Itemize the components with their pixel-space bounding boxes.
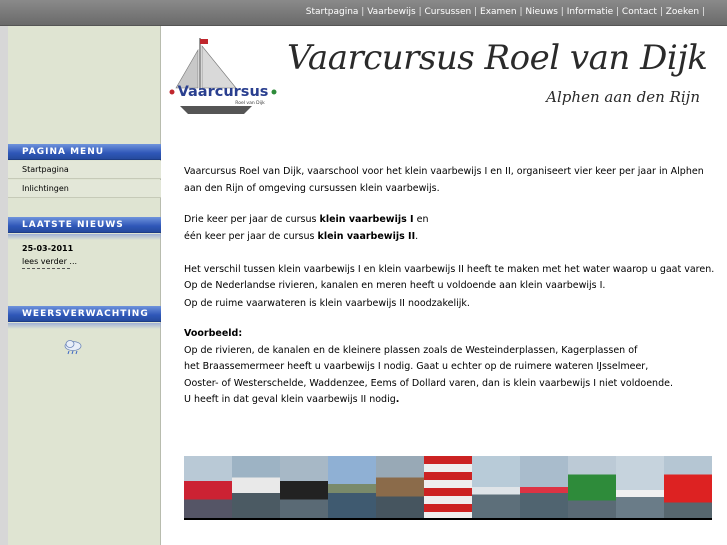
nav-vaarbewijs[interactable]: Vaarbewijs (367, 7, 416, 17)
photo-motorboat (376, 456, 424, 518)
sidebar-item-startpagina[interactable]: Startpagina (8, 161, 161, 179)
photo-sailboat (616, 456, 664, 518)
example-line-4: U heeft in dat geval klein vaarbewijs II… (184, 392, 724, 409)
sidebar-item-inlichtingen[interactable]: Inlichtingen (8, 180, 161, 198)
sidebar: PAGINA MENU Startpagina Inlichtingen LAA… (8, 26, 161, 545)
nav-separator: | (361, 7, 365, 17)
nav-separator: | (616, 7, 620, 17)
text-span: en (413, 214, 429, 225)
course-frequency-line-1: Drie keer per jaar de cursus klein vaarb… (184, 212, 724, 229)
page-frame: PAGINA MENU Startpagina Inlichtingen LAA… (8, 26, 727, 545)
main-content: Vaarcursus Roel van Dijk Vaarcursus Roel… (162, 26, 727, 545)
emphasis: . (395, 394, 400, 405)
weather-heading: WEERSVERWACHTING (8, 306, 161, 322)
photo-strip (184, 456, 712, 520)
nav-zoeken[interactable]: Zoeken (666, 7, 699, 17)
photo-buoy-striped (424, 456, 472, 518)
text-span: . (415, 231, 419, 242)
emphasis: klein vaarbewijs II (317, 231, 416, 242)
emphasis: klein vaarbewijs I (319, 214, 414, 225)
example-line-1: Op de rivieren, de kanalen en de kleiner… (184, 345, 638, 356)
nav-nieuws[interactable]: Nieuws (525, 7, 558, 17)
nav-startpagina[interactable]: Startpagina (306, 7, 359, 17)
logo-subtext: Roel van Dijk (235, 100, 265, 106)
site-title: Vaarcursus Roel van Dijk (287, 38, 708, 78)
sailboat-logo: Vaarcursus Roel van Dijk (169, 38, 277, 114)
weather-heading-shadow (8, 323, 161, 329)
news-heading: LAATSTE NIEUWS (8, 217, 161, 233)
photo-harbor (328, 456, 376, 518)
news-date: 25-03-2011 (22, 244, 74, 253)
nav-examen[interactable]: Examen (480, 7, 517, 17)
nav-separator: | (659, 7, 663, 17)
photo-small-boat (520, 456, 568, 518)
example-line-3: Ooster- of Westerschelde, Waddenzee, Eem… (184, 378, 673, 389)
top-bar: Startpagina | Vaarbewijs | Cursussen | E… (0, 0, 727, 26)
rain-cloud-icon (64, 340, 82, 355)
nav-separator: | (701, 7, 705, 17)
difference-line-2: Op de Nederlandse rivieren, kanalen en m… (184, 280, 606, 291)
news-divider (22, 268, 70, 269)
difference-line-1: Het verschil tussen klein vaarbewijs I e… (184, 264, 715, 275)
course-frequency-line-2: één keer per jaar de cursus klein vaarbe… (184, 229, 724, 246)
photo-buoy-red (184, 456, 232, 518)
nav-contact[interactable]: Contact (622, 7, 657, 17)
news-read-more-link[interactable]: lees verder ... (22, 257, 77, 266)
photo-boat-white (232, 456, 280, 518)
photo-buoy-black (280, 456, 328, 518)
example-heading: Voorbeeld: (184, 328, 243, 339)
news-heading-shadow (8, 234, 161, 240)
menu-heading: PAGINA MENU (8, 144, 161, 160)
nav-separator: | (560, 7, 564, 17)
nav-separator: | (418, 7, 422, 17)
nav-separator: | (474, 7, 478, 17)
intro-paragraph: Vaarcursus Roel van Dijk, vaarschool voo… (184, 166, 704, 194)
photo-buoy-green (568, 456, 616, 518)
example-line-2: het Braassemermeer heeft u vaarbewijs I … (184, 361, 649, 372)
text-span: één keer per jaar de cursus (184, 231, 318, 242)
nav-separator: | (519, 7, 523, 17)
site-subtitle: Alphen aan den Rijn (546, 88, 700, 106)
top-navigation: Startpagina | Vaarbewijs | Cursussen | E… (306, 7, 705, 17)
text-span: Drie keer per jaar de cursus (184, 214, 320, 225)
difference-line-3: Op de ruime vaarwateren is klein vaarbew… (184, 298, 470, 309)
nav-cursussen[interactable]: Cursussen (425, 7, 472, 17)
photo-buoy-red-2 (664, 456, 712, 518)
photo-speedboat (472, 456, 520, 518)
logo-wordmark: Vaarcursus (178, 84, 269, 100)
nav-informatie[interactable]: Informatie (567, 7, 613, 17)
text-span: U heeft in dat geval klein vaarbewijs II… (184, 394, 396, 405)
